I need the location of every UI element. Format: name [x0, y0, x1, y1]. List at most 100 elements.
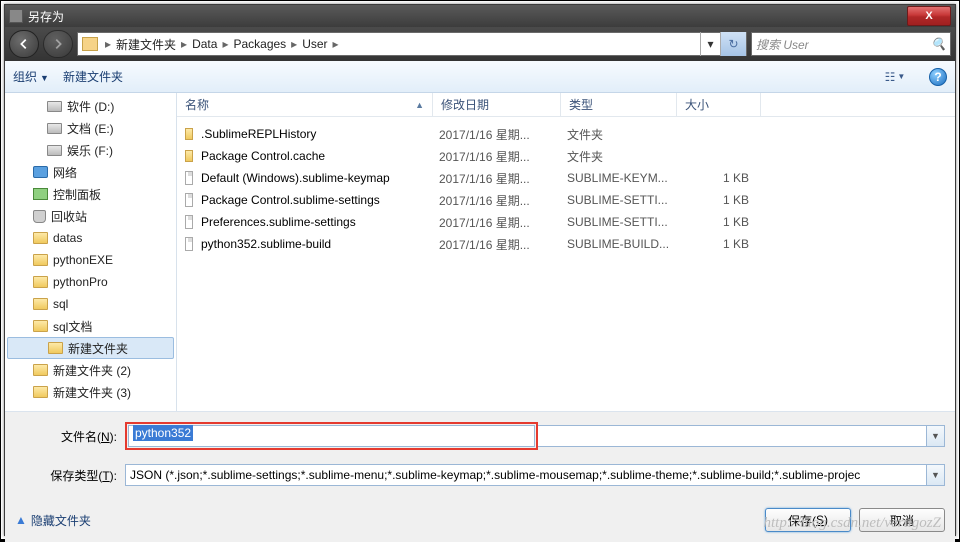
sidebar-item[interactable]: 控制面板 — [5, 183, 176, 205]
sidebar-item-label: 控制面板 — [53, 186, 101, 203]
file-size: 1 KB — [675, 237, 759, 251]
file-row[interactable]: Package Control.cache2017/1/16 星期...文件夹 — [177, 145, 955, 167]
sidebar-item-label: 文档 (E:) — [67, 120, 114, 137]
sidebar-item-label: 网络 — [53, 164, 77, 181]
file-date: 2017/1/16 星期... — [431, 236, 559, 253]
column-type[interactable]: 类型 — [561, 93, 677, 116]
titlebar[interactable]: 另存为 X — [5, 5, 955, 27]
view-options-button[interactable]: ☷ ▼ — [881, 66, 909, 88]
chevron-right-icon: ▸ — [333, 37, 339, 51]
filename-input[interactable]: python352 — [128, 425, 535, 447]
sidebar-item[interactable]: sql文档 — [5, 315, 176, 337]
breadcrumb-seg[interactable]: Data — [190, 37, 219, 51]
sidebar-item-label: pythonEXE — [53, 253, 113, 267]
file-date: 2017/1/16 星期... — [431, 170, 559, 187]
sidebar-item[interactable]: 文档 (E:) — [5, 117, 176, 139]
filetype-dropdown[interactable]: ▼ — [927, 464, 945, 486]
sidebar-item[interactable]: pythonEXE — [5, 249, 176, 271]
folder-icon — [82, 37, 98, 51]
file-type: SUBLIME-SETTI... — [559, 215, 675, 229]
filetype-label: 保存类型(T): — [15, 467, 125, 484]
organize-menu[interactable]: 组织▼ — [13, 68, 49, 85]
sidebar[interactable]: 软件 (D:) 文档 (E:) 娱乐 (F:) 网络控制面板回收站 datas pytho… — [5, 93, 177, 411]
file-size: 1 KB — [675, 193, 759, 207]
file-icon — [177, 237, 193, 251]
file-icon — [177, 193, 193, 207]
toolbar: 组织▼ 新建文件夹 ☷ ▼ ? — [5, 61, 955, 93]
drive-icon — [47, 101, 62, 112]
folder-icon — [33, 254, 48, 266]
breadcrumb-seg[interactable]: 新建文件夹 — [114, 36, 178, 53]
folder-icon — [177, 128, 193, 140]
sidebar-item-label: 娱乐 (F:) — [67, 142, 113, 159]
save-button[interactable]: 保存(S) — [765, 508, 851, 532]
breadcrumb-dropdown[interactable]: ▾ — [700, 32, 720, 56]
sidebar-item[interactable]: 新建文件夹 — [7, 337, 174, 359]
close-button[interactable]: X — [907, 6, 951, 26]
search-placeholder: 搜索 User — [756, 36, 809, 53]
sidebar-item[interactable]: 软件 (D:) — [5, 95, 176, 117]
breadcrumb-seg[interactable]: Packages — [231, 37, 288, 51]
filename-highlight: python352 — [125, 422, 538, 450]
file-row[interactable]: Preferences.sublime-settings2017/1/16 星期… — [177, 211, 955, 233]
back-button[interactable] — [9, 30, 39, 58]
refresh-button[interactable]: ↻ — [720, 32, 746, 56]
search-icon: 🔍 — [931, 37, 946, 51]
sidebar-item[interactable]: pythonPro — [5, 271, 176, 293]
folder-icon — [177, 150, 193, 162]
file-date: 2017/1/16 星期... — [431, 126, 559, 143]
cancel-button[interactable]: 取消 — [859, 508, 945, 532]
sidebar-item-label: 回收站 — [51, 208, 87, 225]
breadcrumb-seg[interactable]: User — [300, 37, 329, 51]
sidebar-item-label: 新建文件夹 — [68, 340, 128, 357]
file-row[interactable]: Default (Windows).sublime-keymap2017/1/1… — [177, 167, 955, 189]
file-type: SUBLIME-SETTI... — [559, 193, 675, 207]
search-input[interactable]: 搜索 User 🔍 — [751, 32, 951, 56]
app-icon — [9, 9, 23, 23]
file-row[interactable]: .SublimeREPLHistory2017/1/16 星期...文件夹 — [177, 123, 955, 145]
hide-folders-toggle[interactable]: ▲ 隐藏文件夹 — [15, 512, 91, 529]
file-type: 文件夹 — [559, 148, 675, 165]
file-name: Preferences.sublime-settings — [193, 215, 431, 229]
file-date: 2017/1/16 星期... — [431, 214, 559, 231]
file-name: Package Control.cache — [193, 149, 431, 163]
column-name[interactable]: 名称▲ — [177, 93, 433, 116]
file-list[interactable]: 名称▲ 修改日期 类型 大小 .SublimeREPLHistory2017/1… — [177, 93, 955, 411]
forward-button[interactable] — [43, 30, 73, 58]
breadcrumb[interactable]: ▸ 新建文件夹 ▸ Data ▸ Packages ▸ User ▸ ▾ ↻ — [77, 32, 747, 56]
navbar: ▸ 新建文件夹 ▸ Data ▸ Packages ▸ User ▸ ▾ ↻ 搜… — [5, 27, 955, 61]
column-headers[interactable]: 名称▲ 修改日期 类型 大小 — [177, 93, 955, 117]
file-name: Default (Windows).sublime-keymap — [193, 171, 431, 185]
filetype-select[interactable]: JSON (*.json;*.sublime-settings;*.sublim… — [125, 464, 927, 486]
column-date[interactable]: 修改日期 — [433, 93, 561, 116]
save-panel: 文件名(N): python352 ▼ 保存类型(T): JSON (*.jso… — [5, 411, 955, 542]
sidebar-item[interactable]: sql — [5, 293, 176, 315]
file-row[interactable]: python352.sublime-build2017/1/16 星期...SU… — [177, 233, 955, 255]
sidebar-item[interactable]: 回收站 — [5, 205, 176, 227]
drive-icon — [47, 123, 62, 134]
file-date: 2017/1/16 星期... — [431, 148, 559, 165]
folder-icon — [33, 364, 48, 376]
sidebar-item-label: sql文档 — [53, 318, 92, 335]
file-type: SUBLIME-KEYM... — [559, 171, 675, 185]
column-size[interactable]: 大小 — [677, 93, 761, 116]
file-type: SUBLIME-BUILD... — [559, 237, 675, 251]
sidebar-item[interactable]: datas — [5, 227, 176, 249]
sidebar-item[interactable]: 新建文件夹 (3) — [5, 381, 176, 403]
sidebar-item-label: 新建文件夹 (3) — [53, 384, 131, 401]
filename-dropdown[interactable]: ▼ — [927, 425, 945, 447]
sidebar-item-label: 新建文件夹 (2) — [53, 362, 131, 379]
file-row[interactable]: Package Control.sublime-settings2017/1/1… — [177, 189, 955, 211]
sidebar-item[interactable]: 网络 — [5, 161, 176, 183]
sidebar-item-label: sql — [53, 297, 68, 311]
sidebar-item-label: 软件 (D:) — [67, 98, 114, 115]
net-icon — [33, 166, 48, 178]
folder-icon — [48, 342, 63, 354]
help-button[interactable]: ? — [929, 68, 947, 86]
new-folder-button[interactable]: 新建文件夹 — [63, 68, 123, 85]
sidebar-item[interactable]: 新建文件夹 (2) — [5, 359, 176, 381]
folder-icon — [33, 276, 48, 288]
cp-icon — [33, 188, 48, 200]
file-size: 1 KB — [675, 215, 759, 229]
sidebar-item[interactable]: 娱乐 (F:) — [5, 139, 176, 161]
